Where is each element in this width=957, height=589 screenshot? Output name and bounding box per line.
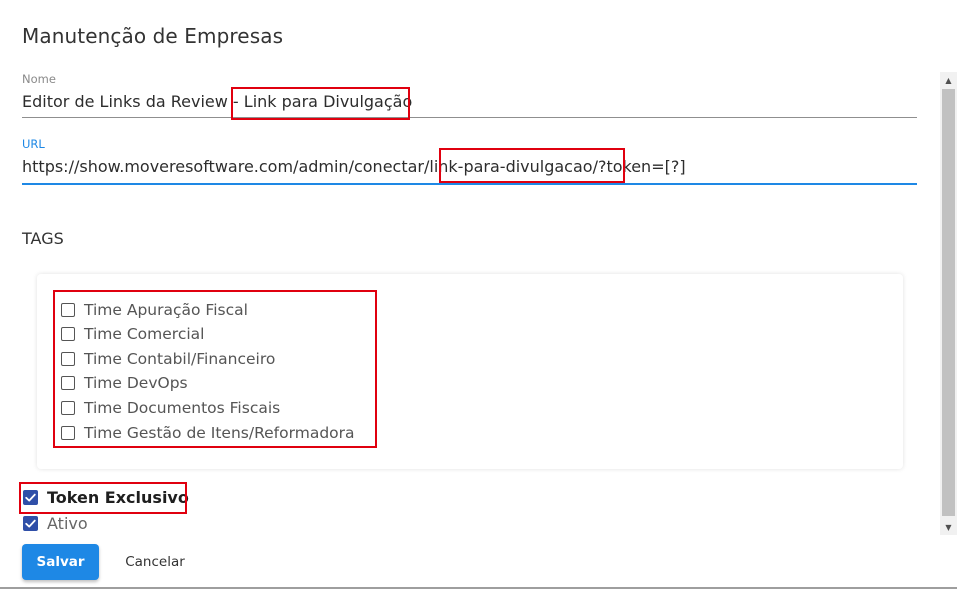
nome-field-label: Nome bbox=[22, 72, 56, 86]
check-icon bbox=[25, 493, 36, 501]
nome-field[interactable]: Editor de Links da Review - Link para Di… bbox=[22, 88, 917, 118]
token-exclusivo-option[interactable]: Token Exclusivo bbox=[23, 487, 189, 507]
ativo-label: Ativo bbox=[47, 513, 88, 533]
ativo-checkbox[interactable] bbox=[23, 515, 38, 531]
tag-checkbox[interactable] bbox=[61, 327, 75, 341]
check-icon bbox=[25, 519, 36, 527]
tag-item-gestao-itens-reformadora[interactable]: Time Gestão de Itens/Reformadora bbox=[61, 423, 355, 443]
tag-checkbox[interactable] bbox=[61, 426, 75, 440]
tag-checkbox[interactable] bbox=[61, 376, 75, 390]
tags-section-title: TAGS bbox=[22, 229, 64, 248]
tag-label: Time DevOps bbox=[84, 374, 188, 392]
scroll-down-arrow-icon[interactable]: ▼ bbox=[940, 519, 957, 535]
tag-item-apuracao-fiscal[interactable]: Time Apuração Fiscal bbox=[61, 300, 248, 320]
tag-item-devops[interactable]: Time DevOps bbox=[61, 373, 188, 393]
tag-checkbox[interactable] bbox=[61, 401, 75, 415]
token-exclusivo-label: Token Exclusivo bbox=[47, 487, 189, 507]
tag-label: Time Documentos Fiscais bbox=[84, 399, 281, 417]
tag-checkbox[interactable] bbox=[61, 352, 75, 366]
url-field-value[interactable]: https://show.moveresoftware.com/admin/co… bbox=[22, 157, 686, 176]
vertical-scrollbar[interactable]: ▲ ▼ bbox=[940, 72, 957, 535]
tag-label: Time Gestão de Itens/Reformadora bbox=[84, 424, 355, 442]
url-field[interactable]: https://show.moveresoftware.com/admin/co… bbox=[22, 153, 917, 185]
tag-label: Time Contabil/Financeiro bbox=[84, 350, 276, 368]
scrollbar-thumb[interactable] bbox=[942, 89, 955, 516]
url-field-label: URL bbox=[22, 137, 45, 151]
dialog-title: Manutenção de Empresas bbox=[22, 24, 284, 48]
cancel-button[interactable]: Cancelar bbox=[111, 544, 199, 580]
tag-label: Time Apuração Fiscal bbox=[84, 301, 248, 319]
ativo-option[interactable]: Ativo bbox=[23, 513, 88, 533]
tag-item-contabil-financeiro[interactable]: Time Contabil/Financeiro bbox=[61, 349, 275, 369]
nome-field-value[interactable]: Editor de Links da Review - Link para Di… bbox=[22, 92, 412, 111]
tag-checkbox[interactable] bbox=[61, 303, 75, 317]
tag-item-documentos-fiscais[interactable]: Time Documentos Fiscais bbox=[61, 398, 280, 418]
save-button[interactable]: Salvar bbox=[22, 544, 99, 580]
tag-label: Time Comercial bbox=[84, 325, 205, 343]
tag-item-comercial[interactable]: Time Comercial bbox=[61, 324, 204, 344]
scroll-up-arrow-icon[interactable]: ▲ bbox=[940, 72, 957, 88]
token-exclusivo-checkbox[interactable] bbox=[23, 489, 38, 505]
